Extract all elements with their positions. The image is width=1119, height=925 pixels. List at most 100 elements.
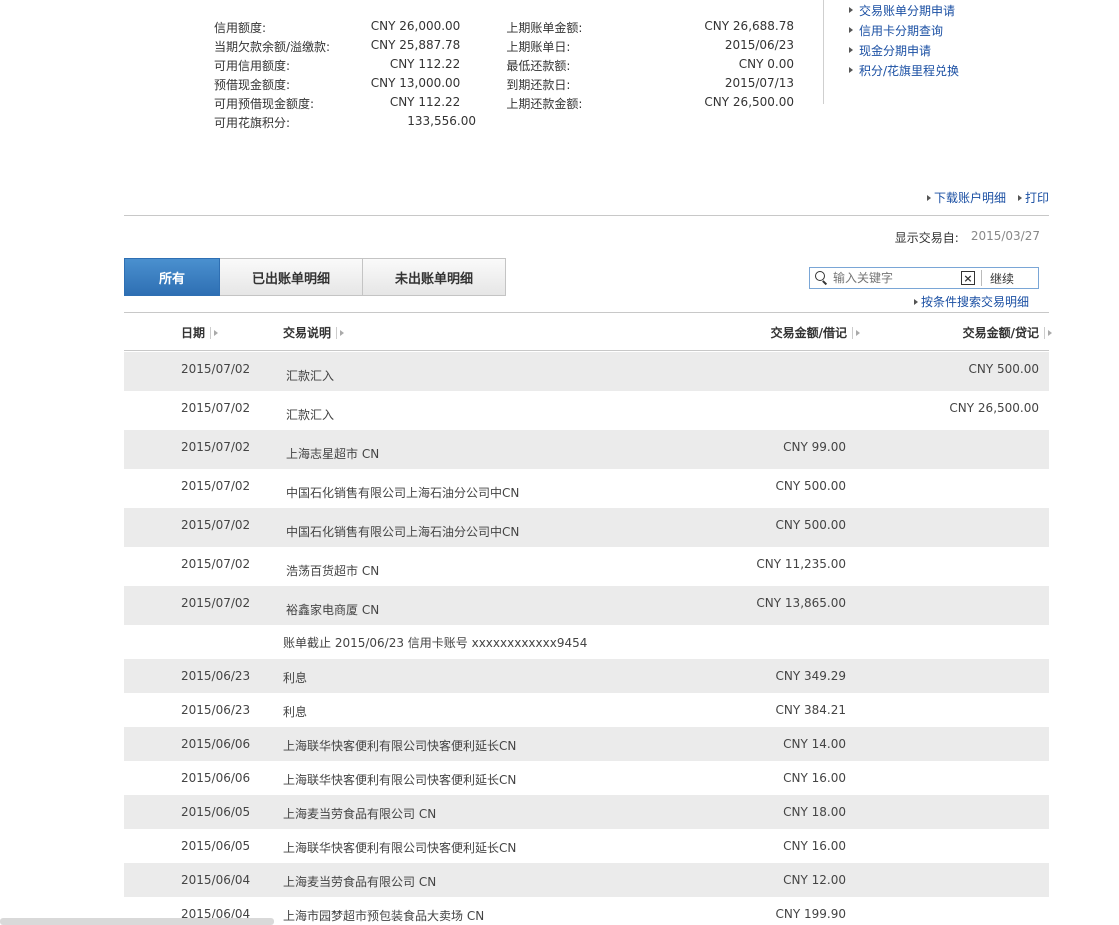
summary-divider bbox=[823, 0, 824, 104]
credit-limit-value: CNY 26,000.00 bbox=[370, 19, 461, 33]
last-statement-date-value: 2015/06/23 bbox=[724, 38, 794, 52]
column-header-description[interactable]: 交易说明 bbox=[283, 324, 345, 341]
sort-icon bbox=[1044, 326, 1052, 339]
transactions-since: 显示交易自: 2015/03/27 bbox=[895, 229, 1040, 246]
row-date: 2015/06/23 bbox=[181, 703, 251, 717]
current-balance-value: CNY 25,887.78 bbox=[370, 38, 461, 52]
column-header-credit[interactable]: 交易金额/贷记 bbox=[963, 324, 1052, 341]
arrow-right-icon bbox=[849, 7, 853, 13]
table-row: 2015/07/02 汇款汇入 CNY 500.00 bbox=[124, 352, 1049, 391]
since-date: 2015/03/27 bbox=[970, 229, 1040, 243]
table-row: 2015/07/02 裕鑫家电商厦 CN CNY 13,865.00 bbox=[124, 586, 1049, 625]
statement-actions: 下载账户明细 打印 bbox=[926, 189, 1049, 206]
current-balance-label: 当期欠款余额/溢缴款: bbox=[214, 40, 331, 54]
summary-row: 可用信用额度: CNY 112.22 最低还款额: CNY 0.00 bbox=[214, 56, 794, 75]
row-date: 2015/06/06 bbox=[181, 771, 251, 785]
available-credit-label: 可用信用额度: bbox=[214, 59, 291, 73]
row-date: 2015/07/02 bbox=[181, 362, 251, 376]
last-statement-date-label: 上期账单日: bbox=[506, 40, 571, 54]
tab-billed[interactable]: 已出账单明细 bbox=[220, 258, 363, 296]
credit-limit-label: 信用额度: bbox=[214, 21, 267, 35]
cash-advance-limit-value: CNY 13,000.00 bbox=[370, 76, 461, 90]
sort-icon bbox=[852, 326, 860, 339]
row-description: 上海联华快客便利有限公司快客便利延长CN bbox=[283, 773, 517, 787]
available-cash-advance-value: CNY 112.22 bbox=[389, 95, 461, 109]
row-date: 2015/07/02 bbox=[181, 518, 251, 532]
row-debit: CNY 99.00 bbox=[783, 440, 846, 454]
due-date-value: 2015/07/13 bbox=[724, 76, 794, 90]
row-debit: CNY 384.21 bbox=[775, 703, 847, 717]
account-summary: 信用额度: CNY 26,000.00 上期账单金额: CNY 26,688.78 … bbox=[214, 18, 794, 132]
available-credit-value: CNY 112.22 bbox=[389, 57, 461, 71]
last-statement-amount-label: 上期账单金额: bbox=[506, 21, 583, 35]
search-box: × 继续 bbox=[809, 267, 1039, 289]
summary-row: 可用花旗积分: 133,556.00 bbox=[214, 113, 794, 132]
row-debit: CNY 13,865.00 bbox=[756, 596, 846, 610]
row-date: 2015/07/02 bbox=[181, 479, 251, 493]
table-row: 2015/07/02 中国石化销售有限公司上海石油分公司中CN CNY 500.… bbox=[124, 508, 1049, 547]
row-debit: CNY 199.90 bbox=[775, 907, 847, 921]
column-header-date[interactable]: 日期 bbox=[181, 324, 219, 341]
divider bbox=[124, 215, 1049, 216]
quick-links: 交易账单分期申请 信用卡分期查询 现金分期申请 积分/花旗里程兑换 bbox=[849, 0, 959, 80]
link-statement-installment[interactable]: 交易账单分期申请 bbox=[849, 0, 959, 20]
row-description: 上海市园梦超市预包装食品大卖场 CN bbox=[283, 909, 485, 923]
row-debit: CNY 18.00 bbox=[783, 805, 846, 819]
row-debit: CNY 14.00 bbox=[783, 737, 846, 751]
row-description: 裕鑫家电商厦 CN bbox=[286, 603, 380, 617]
row-description: 浩荡百货超市 CN bbox=[286, 564, 380, 578]
row-debit: CNY 16.00 bbox=[783, 771, 846, 785]
search-input[interactable] bbox=[831, 269, 957, 287]
table-row: 2015/07/02 浩荡百货超市 CN CNY 11,235.00 bbox=[124, 547, 1049, 586]
horizontal-scrollbar[interactable] bbox=[0, 918, 274, 925]
row-date: 2015/06/04 bbox=[181, 873, 251, 887]
transactions-table: 2015/07/02 汇款汇入 CNY 500.00 2015/07/02 汇款… bbox=[124, 352, 1049, 925]
row-description: 中国石化销售有限公司上海石油分公司中CN bbox=[286, 525, 520, 539]
link-points-redeem[interactable]: 积分/花旗里程兑换 bbox=[849, 60, 959, 80]
row-date: 2015/06/05 bbox=[181, 805, 251, 819]
statement-cutoff-note: 账单截止 2015/06/23 信用卡账号 xxxxxxxxxxxx9454 bbox=[283, 636, 588, 650]
minimum-payment-label: 最低还款额: bbox=[506, 59, 571, 73]
column-header-debit[interactable]: 交易金额/借记 bbox=[771, 324, 860, 341]
statement-tabs: 所有 已出账单明细 未出账单明细 bbox=[124, 258, 506, 296]
row-description: 汇款汇入 bbox=[286, 369, 335, 383]
clear-icon[interactable]: × bbox=[961, 271, 975, 285]
link-cash-installment[interactable]: 现金分期申请 bbox=[849, 40, 959, 60]
table-row: 2015/06/05 上海联华快客便利有限公司快客便利延长CN CNY 16.0… bbox=[124, 829, 1049, 863]
row-date: 2015/07/02 bbox=[181, 596, 251, 610]
table-row: 2015/06/06 上海联华快客便利有限公司快客便利延长CN CNY 16.0… bbox=[124, 761, 1049, 795]
cash-advance-limit-label: 预借现金额度: bbox=[214, 78, 291, 92]
table-row: 2015/07/02 汇款汇入 CNY 26,500.00 bbox=[124, 391, 1049, 430]
row-description: 上海麦当劳食品有限公司 CN bbox=[283, 807, 437, 821]
row-description: 中国石化销售有限公司上海石油分公司中CN bbox=[286, 486, 520, 500]
advanced-search-link[interactable]: 按条件搜索交易明细 bbox=[913, 293, 1029, 310]
tab-all[interactable]: 所有 bbox=[124, 258, 220, 296]
download-details-link[interactable]: 下载账户明细 bbox=[926, 189, 1006, 206]
arrow-right-icon bbox=[926, 194, 931, 201]
summary-row: 当期欠款余额/溢缴款: CNY 25,887.78 上期账单日: 2015/06/2… bbox=[214, 37, 794, 56]
table-row: 2015/06/05 上海麦当劳食品有限公司 CN CNY 18.00 bbox=[124, 795, 1049, 829]
reward-points-value: 133,556.00 bbox=[407, 114, 476, 128]
row-description: 利息 bbox=[283, 705, 308, 719]
row-date: 2015/06/23 bbox=[181, 669, 251, 683]
arrow-right-icon bbox=[849, 47, 853, 53]
tab-unbilled[interactable]: 未出账单明细 bbox=[363, 258, 506, 296]
table-row: 2015/07/02 上海志星超市 CN CNY 99.00 bbox=[124, 430, 1049, 469]
print-link[interactable]: 打印 bbox=[1017, 189, 1049, 206]
table-header: 日期 交易说明 交易金额/借记 交易金额/贷记 bbox=[124, 313, 1052, 351]
last-statement-amount-value: CNY 26,688.78 bbox=[704, 19, 794, 33]
table-row: 2015/07/02 中国石化销售有限公司上海石油分公司中CN CNY 500.… bbox=[124, 469, 1049, 508]
row-debit: CNY 349.29 bbox=[775, 669, 847, 683]
row-description: 上海联华快客便利有限公司快客便利延长CN bbox=[283, 841, 517, 855]
table-row: 2015/06/06 上海联华快客便利有限公司快客便利延长CN CNY 14.0… bbox=[124, 727, 1049, 761]
since-label: 显示交易自: bbox=[894, 231, 959, 245]
statement-cutoff-row: 账单截止 2015/06/23 信用卡账号 xxxxxxxxxxxx9454 bbox=[124, 625, 1049, 659]
search-go-button[interactable]: 继续 bbox=[990, 270, 1014, 287]
arrow-right-icon bbox=[849, 27, 853, 33]
table-row: 2015/06/04 上海麦当劳食品有限公司 CN CNY 12.00 bbox=[124, 863, 1049, 897]
arrow-right-icon bbox=[913, 298, 918, 305]
row-debit: CNY 12.00 bbox=[783, 873, 846, 887]
link-installment-query[interactable]: 信用卡分期查询 bbox=[849, 20, 959, 40]
row-debit: CNY 500.00 bbox=[775, 518, 847, 532]
row-description: 上海联华快客便利有限公司快客便利延长CN bbox=[283, 739, 517, 753]
